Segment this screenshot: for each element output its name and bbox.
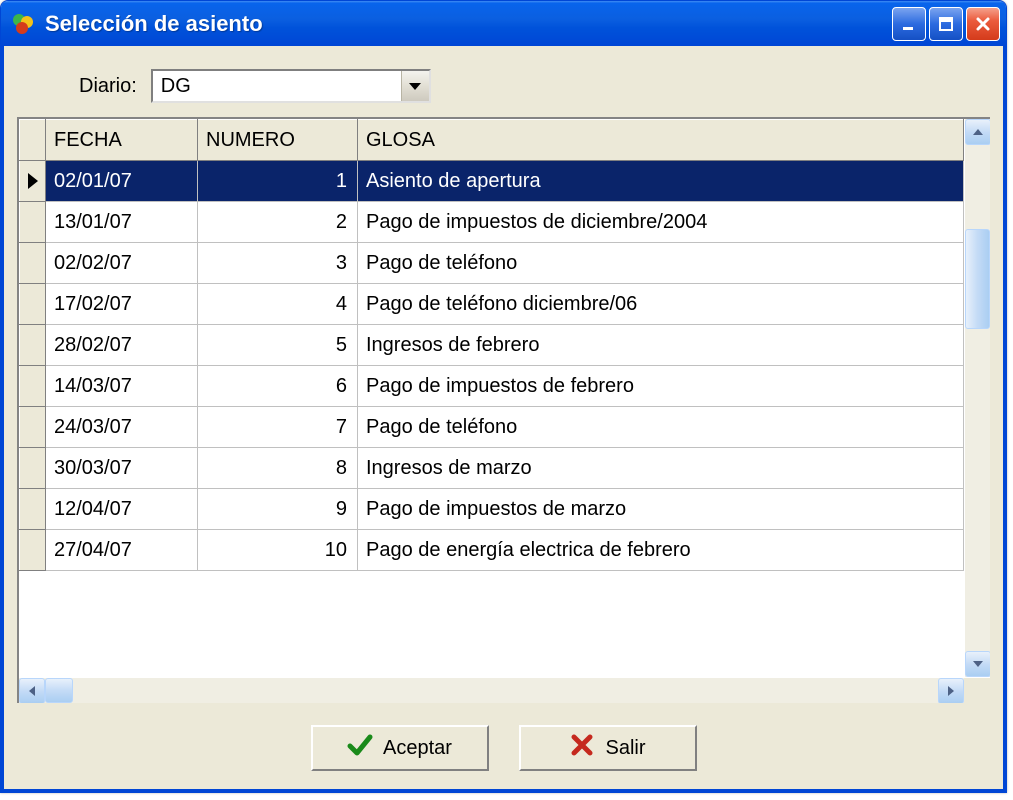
data-grid: FECHA NUMERO GLOSA 02/01/071Asiento de a… bbox=[17, 117, 990, 703]
scroll-down-button[interactable] bbox=[965, 651, 990, 677]
accept-label: Aceptar bbox=[383, 737, 452, 760]
col-header-glosa[interactable]: GLOSA bbox=[358, 120, 964, 161]
cell-fecha[interactable]: 12/04/07 bbox=[46, 489, 198, 530]
table-row[interactable]: 13/01/072Pago de impuestos de diciembre/… bbox=[20, 202, 964, 243]
diario-value: DG bbox=[153, 75, 401, 98]
row-indicator-header bbox=[20, 120, 46, 161]
client-area: Diario: DG bbox=[1, 46, 1006, 792]
col-header-numero[interactable]: NUMERO bbox=[198, 120, 358, 161]
col-header-fecha[interactable]: FECHA bbox=[46, 120, 198, 161]
cell-glosa[interactable]: Pago de teléfono diciembre/06 bbox=[358, 284, 964, 325]
table-row[interactable]: 14/03/076Pago de impuestos de febrero bbox=[20, 366, 964, 407]
cell-fecha[interactable]: 24/03/07 bbox=[46, 407, 198, 448]
cell-numero[interactable]: 7 bbox=[198, 407, 358, 448]
cell-fecha[interactable]: 02/01/07 bbox=[46, 161, 198, 202]
row-indicator[interactable] bbox=[20, 243, 46, 284]
scroll-right-button[interactable] bbox=[938, 678, 964, 703]
entries-table[interactable]: FECHA NUMERO GLOSA 02/01/071Asiento de a… bbox=[19, 119, 964, 571]
current-row-pointer-icon bbox=[28, 173, 38, 189]
button-bar: Aceptar Salir bbox=[17, 703, 990, 771]
diario-label: Diario: bbox=[79, 75, 137, 98]
vertical-scrollbar[interactable] bbox=[964, 119, 990, 677]
cell-fecha[interactable]: 02/02/07 bbox=[46, 243, 198, 284]
diario-selector-row: Diario: DG bbox=[17, 59, 990, 117]
cell-numero[interactable]: 5 bbox=[198, 325, 358, 366]
chevron-down-icon[interactable] bbox=[401, 71, 429, 101]
row-indicator[interactable] bbox=[20, 530, 46, 571]
minimize-button[interactable] bbox=[892, 7, 926, 41]
table-row[interactable]: 28/02/075Ingresos de febrero bbox=[20, 325, 964, 366]
scroll-left-button[interactable] bbox=[19, 678, 45, 703]
close-button[interactable] bbox=[966, 7, 1000, 41]
row-indicator[interactable] bbox=[20, 161, 46, 202]
scroll-corner bbox=[964, 678, 990, 703]
row-indicator[interactable] bbox=[20, 325, 46, 366]
row-indicator[interactable] bbox=[20, 202, 46, 243]
cell-fecha[interactable]: 27/04/07 bbox=[46, 530, 198, 571]
window-title: Selección de asiento bbox=[45, 11, 892, 37]
exit-label: Salir bbox=[605, 737, 645, 760]
cell-numero[interactable]: 6 bbox=[198, 366, 358, 407]
cell-numero[interactable]: 3 bbox=[198, 243, 358, 284]
cell-glosa[interactable]: Pago de energía electrica de febrero bbox=[358, 530, 964, 571]
app-window: Selección de asiento Diario: DG bbox=[0, 0, 1007, 793]
cell-numero[interactable]: 8 bbox=[198, 448, 358, 489]
cell-numero[interactable]: 2 bbox=[198, 202, 358, 243]
maximize-button[interactable] bbox=[929, 7, 963, 41]
x-icon bbox=[569, 732, 595, 764]
row-indicator[interactable] bbox=[20, 448, 46, 489]
titlebar[interactable]: Selección de asiento bbox=[1, 1, 1006, 46]
app-icon bbox=[11, 12, 35, 36]
cell-fecha[interactable]: 14/03/07 bbox=[46, 366, 198, 407]
table-row[interactable]: 02/01/071Asiento de apertura bbox=[20, 161, 964, 202]
table-row[interactable]: 02/02/073Pago de teléfono bbox=[20, 243, 964, 284]
cell-fecha[interactable]: 13/01/07 bbox=[46, 202, 198, 243]
horizontal-scrollbar[interactable] bbox=[19, 677, 990, 703]
row-indicator[interactable] bbox=[20, 407, 46, 448]
table-row[interactable]: 30/03/078Ingresos de marzo bbox=[20, 448, 964, 489]
cell-numero[interactable]: 10 bbox=[198, 530, 358, 571]
row-indicator[interactable] bbox=[20, 284, 46, 325]
accept-button[interactable]: Aceptar bbox=[311, 725, 489, 771]
table-row[interactable]: 24/03/077Pago de teléfono bbox=[20, 407, 964, 448]
cell-fecha[interactable]: 28/02/07 bbox=[46, 325, 198, 366]
cell-glosa[interactable]: Ingresos de marzo bbox=[358, 448, 964, 489]
scroll-track[interactable] bbox=[965, 145, 990, 651]
table-row[interactable]: 27/04/0710Pago de energía electrica de f… bbox=[20, 530, 964, 571]
cell-glosa[interactable]: Ingresos de febrero bbox=[358, 325, 964, 366]
cell-numero[interactable]: 9 bbox=[198, 489, 358, 530]
exit-button[interactable]: Salir bbox=[519, 725, 697, 771]
hscroll-track[interactable] bbox=[45, 678, 938, 703]
cell-glosa[interactable]: Pago de impuestos de marzo bbox=[358, 489, 964, 530]
cell-glosa[interactable]: Asiento de apertura bbox=[358, 161, 964, 202]
scroll-up-button[interactable] bbox=[965, 119, 990, 145]
cell-glosa[interactable]: Pago de teléfono bbox=[358, 243, 964, 284]
row-indicator[interactable] bbox=[20, 366, 46, 407]
cell-numero[interactable]: 4 bbox=[198, 284, 358, 325]
check-icon bbox=[347, 732, 373, 764]
cell-glosa[interactable]: Pago de teléfono bbox=[358, 407, 964, 448]
window-controls bbox=[892, 7, 1000, 41]
cell-numero[interactable]: 1 bbox=[198, 161, 358, 202]
table-row[interactable]: 17/02/074Pago de teléfono diciembre/06 bbox=[20, 284, 964, 325]
cell-fecha[interactable]: 30/03/07 bbox=[46, 448, 198, 489]
row-indicator[interactable] bbox=[20, 489, 46, 530]
cell-glosa[interactable]: Pago de impuestos de febrero bbox=[358, 366, 964, 407]
diario-combobox[interactable]: DG bbox=[151, 69, 431, 103]
table-row[interactable]: 12/04/079Pago de impuestos de marzo bbox=[20, 489, 964, 530]
hscroll-thumb[interactable] bbox=[45, 678, 73, 703]
cell-fecha[interactable]: 17/02/07 bbox=[46, 284, 198, 325]
cell-glosa[interactable]: Pago de impuestos de diciembre/2004 bbox=[358, 202, 964, 243]
scroll-thumb[interactable] bbox=[965, 229, 990, 329]
